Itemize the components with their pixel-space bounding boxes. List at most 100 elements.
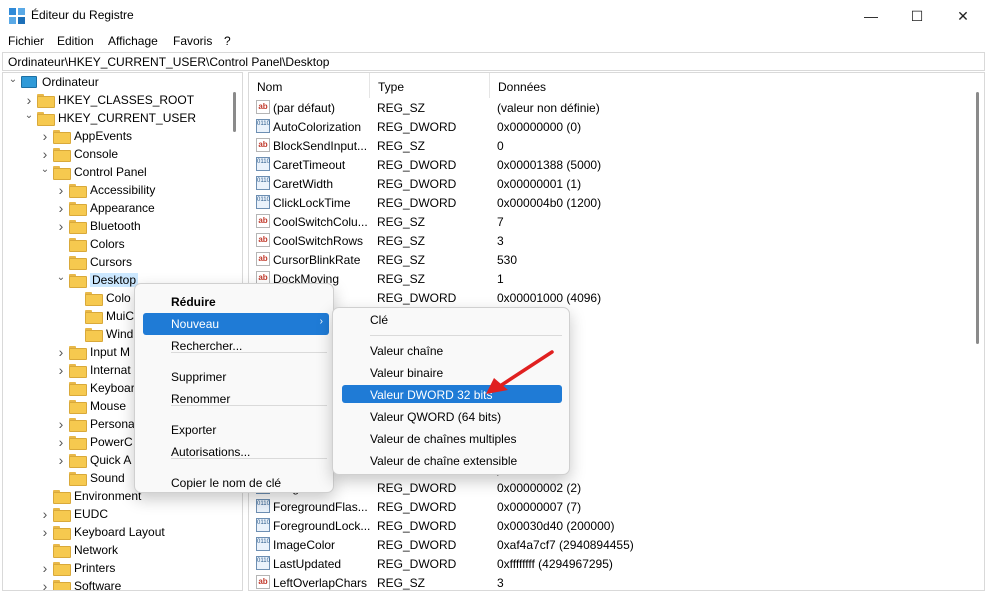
values-scroll-thumb[interactable] (976, 92, 979, 344)
chevron-right-icon[interactable]: › (39, 505, 51, 523)
tree-node[interactable]: › Printers (39, 559, 115, 577)
value-row[interactable]: ab CursorBlinkRate REG_SZ 530 (249, 250, 969, 269)
folder-icon (69, 364, 87, 378)
context-menu-item[interactable]: Rechercher... (143, 335, 329, 357)
value-row[interactable]: ab BlockSendInput... REG_SZ 0 (249, 136, 969, 155)
new-submenu-item-label: Valeur de chaîne extensible (370, 454, 518, 468)
tree-node[interactable]: Network (39, 541, 118, 559)
close-button[interactable]: ✕ (940, 0, 986, 32)
chevron-right-icon[interactable]: › (55, 217, 67, 235)
value-row[interactable]: 0110 ForegroundLock... REG_DWORD 0x00030d40… (249, 516, 969, 535)
folder-icon (85, 328, 103, 342)
minimize-button[interactable]: — (848, 0, 894, 32)
tree-node[interactable]: Mouse (55, 397, 126, 415)
values-scrollbar[interactable] (972, 72, 984, 591)
new-submenu-item[interactable]: Valeur de chaîne extensible (342, 451, 562, 469)
tree-node-label: HKEY_CLASSES_ROOT (58, 93, 195, 107)
chevron-right-icon[interactable]: › (55, 199, 67, 217)
menu-fichier[interactable]: Fichier (8, 34, 44, 48)
value-row[interactable]: 0110 CaretTimeout REG_DWORD 0x00001388 (500… (249, 155, 969, 174)
value-row[interactable]: 0110erREG_DWORD0x00001000 (4096) (249, 288, 969, 307)
chevron-right-icon[interactable]: › (39, 127, 51, 145)
tree-node[interactable]: ⌄ Control Panel (39, 163, 147, 181)
tree-node[interactable]: ⌄ Desktop (55, 269, 139, 289)
tree-node[interactable]: Keyboar (55, 379, 135, 397)
tree-node[interactable]: Colors (55, 235, 125, 253)
context-menu-item[interactable]: Nouveau › (143, 313, 329, 335)
new-submenu-item[interactable]: Valeur de chaînes multiples (342, 429, 562, 447)
tree-node[interactable]: › HKEY_CLASSES_ROOT (23, 91, 194, 109)
value-row[interactable]: ab CoolSwitchColu... REG_SZ 7 (249, 212, 969, 231)
tree-node[interactable]: Colo (71, 289, 131, 307)
menu-edition[interactable]: Edition (57, 34, 94, 48)
chevron-down-icon[interactable]: ⌄ (7, 73, 19, 89)
menu-favoris[interactable]: Favoris (173, 34, 212, 48)
tree-node[interactable]: Environment (39, 487, 141, 505)
context-menu-item[interactable]: Supprimer (143, 366, 329, 388)
column-header-type[interactable]: Type (370, 73, 490, 98)
chevron-right-icon[interactable]: › (55, 415, 67, 433)
tree-node[interactable]: › Keyboard Layout (39, 523, 165, 541)
tree-node[interactable]: › Persona (55, 415, 135, 433)
address-bar[interactable]: Ordinateur\HKEY_CURRENT_USER\Control Pan… (2, 52, 985, 71)
chevron-right-icon[interactable]: › (39, 559, 51, 577)
tree-node[interactable]: › PowerC (55, 433, 133, 451)
tree-node[interactable]: › Bluetooth (55, 217, 141, 235)
value-row[interactable]: 0110 ImageColor REG_DWORD 0xaf4a7cf7 (29408… (249, 535, 969, 554)
new-submenu-item[interactable]: Valeur QWORD (64 bits) (342, 407, 562, 425)
chevron-right-icon[interactable]: › (55, 433, 67, 451)
value-row[interactable]: 0110 ForegroundFlas... REG_DWORD 0x00000007… (249, 497, 969, 516)
chevron-right-icon[interactable]: › (55, 343, 67, 361)
chevron-right-icon[interactable]: › (39, 577, 51, 590)
value-row[interactable]: 0110 CaretWidth REG_DWORD 0x00000001 (1) (249, 174, 969, 193)
value-row[interactable]: ab DockMoving REG_SZ 1 (249, 269, 969, 288)
chevron-right-icon[interactable]: › (39, 523, 51, 541)
value-row[interactable]: 0110 AutoColorization REG_DWORD 0x00000000 … (249, 117, 969, 136)
chevron-down-icon[interactable]: ⌄ (39, 161, 51, 179)
tree-node-label: AppEvents (74, 129, 133, 143)
value-type-cell: REG_DWORD (377, 481, 457, 495)
tree-scroll-thumb[interactable] (233, 92, 236, 132)
value-row[interactable]: 0110 LastUpdated REG_DWORD 0xffffffff (4294… (249, 554, 969, 573)
column-header-data[interactable]: Données (490, 73, 750, 98)
tree-node[interactable]: ⌄ HKEY_CURRENT_USER (23, 109, 196, 127)
menu-affichage[interactable]: Affichage (108, 34, 158, 48)
chevron-down-icon[interactable]: ⌄ (23, 107, 35, 125)
chevron-right-icon[interactable]: › (55, 361, 67, 379)
context-menu-item[interactable]: Copier le nom de clé (143, 472, 329, 494)
context-menu-item[interactable]: Renommer (143, 388, 329, 410)
tree-node[interactable]: Wind (71, 325, 133, 343)
chevron-right-icon[interactable]: › (55, 451, 67, 469)
value-type-cell: REG_SZ (377, 215, 426, 229)
tree-node[interactable]: › Internat (55, 361, 131, 379)
value-row[interactable]: ab LeftOverlapChars REG_SZ 3 (249, 573, 969, 590)
value-name-cell: LeftOverlapChars (273, 576, 368, 590)
column-header-name[interactable]: Nom (249, 73, 370, 98)
value-row[interactable]: ab (par défaut) REG_SZ (valeur non définie) (249, 98, 969, 117)
tree-node[interactable]: › Software (39, 577, 121, 590)
value-row[interactable]: ab CoolSwitchRows REG_SZ 3 (249, 231, 969, 250)
menu-help[interactable]: ? (224, 34, 231, 48)
chevron-down-icon[interactable]: ⌄ (55, 269, 67, 287)
tree-node[interactable]: Sound (55, 469, 125, 487)
value-row[interactable]: 0110 ClickLockTime REG_DWORD 0x000004b0 (12… (249, 193, 969, 212)
new-submenu-item[interactable]: Clé (342, 310, 562, 328)
value-row[interactable]: 0110...ing...REG_DWORD0x00000002 (2) (249, 478, 969, 497)
tree-node-label: MuiC (106, 309, 135, 323)
binary-value-icon: 0110 (256, 176, 270, 190)
tree-node-label: Sound (90, 471, 125, 485)
context-menu-item[interactable]: Exporter (143, 419, 329, 441)
tree-node[interactable]: › Appearance (55, 199, 155, 217)
tree-node[interactable]: › Input M (55, 343, 130, 361)
maximize-button[interactable]: ☐ (894, 0, 940, 32)
tree-node[interactable]: › EUDC (39, 505, 108, 523)
tree-node[interactable]: › Quick A (55, 451, 131, 469)
folder-icon (69, 454, 87, 468)
tree-node[interactable]: MuiC (71, 307, 134, 325)
context-menu-item[interactable]: Autorisations... (143, 441, 329, 463)
tree-node[interactable]: › AppEvents (39, 127, 132, 145)
tree-node[interactable]: ⌄ Ordinateur (7, 73, 99, 91)
context-menu-item[interactable]: Réduire (143, 291, 329, 313)
tree-node[interactable]: › Accessibility (55, 181, 155, 199)
chevron-right-icon[interactable]: › (55, 181, 67, 199)
